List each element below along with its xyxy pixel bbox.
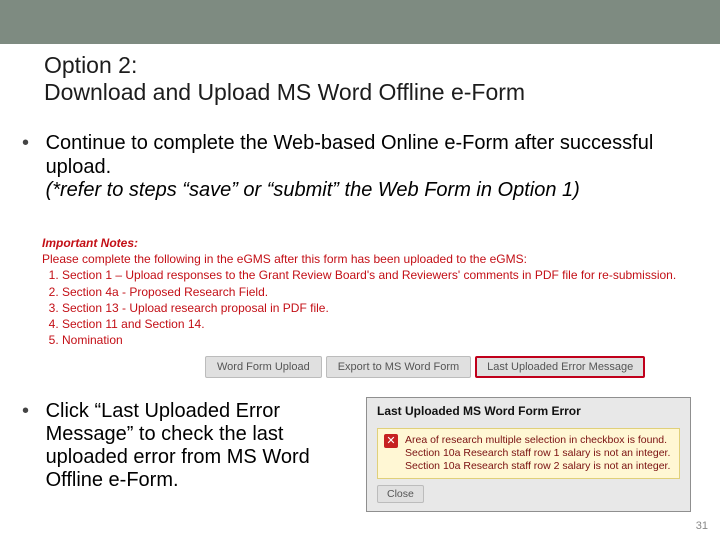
bullet2-text: Click “Last Uploaded Error Message” to c… — [46, 400, 346, 492]
word-form-upload-button[interactable]: Word Form Upload — [205, 356, 322, 378]
msg-line: Area of research multiple selection in c… — [405, 434, 667, 446]
page-number: 31 — [696, 520, 708, 532]
notes-heading: Important Notes: — [42, 235, 690, 251]
slide-title: Option 2: Download and Upload MS Word Of… — [44, 52, 525, 106]
bullet-dot: • — [22, 132, 40, 155]
dialog-title: Last Uploaded MS Word Form Error — [367, 398, 690, 426]
note-item: Section 13 - Upload research proposal in… — [62, 300, 690, 316]
bullet-item-1: • Continue to complete the Web-based Onl… — [22, 132, 702, 203]
last-uploaded-error-button[interactable]: Last Uploaded Error Message — [475, 356, 645, 378]
error-icon: ✕ — [384, 434, 398, 448]
dialog-message-box: ✕ Area of research multiple selection in… — [377, 428, 680, 479]
note-item: Section 4a - Proposed Research Field. — [62, 284, 690, 300]
msg-line: Section 10a Research staff row 1 salary … — [405, 447, 670, 459]
dialog-message-text: Area of research multiple selection in c… — [405, 434, 670, 473]
button-row: Word Form Upload Export to MS Word Form … — [205, 356, 645, 378]
note-item: Section 11 and Section 14. — [62, 316, 690, 332]
notes-intro: Please complete the following in the eGM… — [42, 251, 690, 267]
note-item: Nomination — [62, 332, 690, 348]
export-to-word-button[interactable]: Export to MS Word Form — [326, 356, 471, 378]
bullet1-note: (*refer to steps “save” or “submit” the … — [46, 179, 580, 201]
bullet1-text: Continue to complete the Web-based Onlin… — [46, 132, 654, 178]
title-line2: Download and Upload MS Word Offline e-Fo… — [44, 79, 525, 105]
error-dialog: Last Uploaded MS Word Form Error ✕ Area … — [366, 397, 691, 512]
title-line1: Option 2: — [44, 52, 137, 78]
bullet-dot: • — [22, 400, 40, 423]
header-bar — [0, 0, 720, 44]
msg-line: Section 10a Research staff row 2 salary … — [405, 460, 670, 472]
dialog-close-button[interactable]: Close — [377, 485, 424, 503]
note-item: Section 1 – Upload responses to the Gran… — [62, 267, 690, 283]
important-notes: Important Notes: Please complete the fol… — [42, 235, 690, 348]
